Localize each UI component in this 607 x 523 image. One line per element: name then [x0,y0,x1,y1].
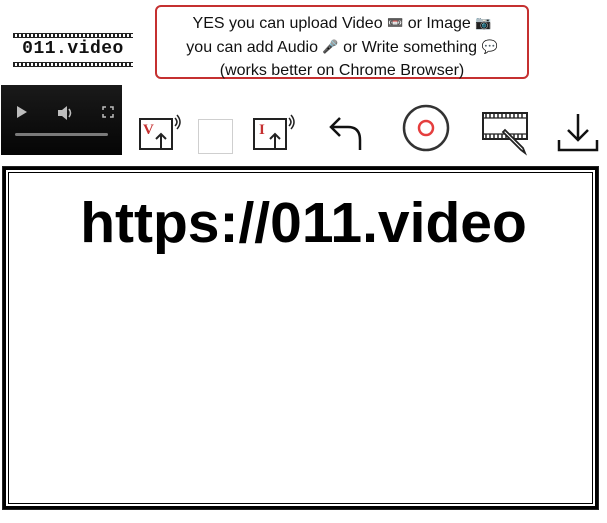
upload-video-letter: V [143,122,154,138]
logo[interactable]: 011.video [13,33,133,67]
video-cassette-icon: 📼 [387,15,404,30]
microphone-icon: 🎤 [322,39,339,54]
fullscreen-icon[interactable] [102,106,114,118]
upload-image-button[interactable]: I [251,112,299,154]
notice-line-1: YES you can upload Video 📼 or Image 📷 [157,11,527,35]
notice-line-3: (works better on Chrome Browser) [219,62,465,79]
notice-line-2-a: you can add Audio [186,39,318,56]
volume-icon[interactable] [57,105,75,121]
upload-video-button[interactable]: V [137,112,185,154]
film-strip-top [13,33,133,38]
film-strip-bottom [13,62,133,67]
undo-button[interactable] [326,112,366,154]
notice-line-1-a: YES you can upload Video [192,15,383,32]
upload-image-letter: I [259,122,265,138]
notice-box: YES you can upload Video 📼 or Image 📷 yo… [155,5,529,79]
seek-bar[interactable] [15,133,108,136]
logo-text: 011.video [22,39,124,59]
edit-film-button[interactable] [481,110,531,156]
speech-bubble-icon: 💬 [481,39,498,54]
download-button[interactable] [556,110,600,154]
notice-line-2: you can add Audio 🎤 or Write something 💬 [157,35,527,59]
signal-icon [288,114,295,130]
record-button[interactable] [401,104,451,154]
play-icon[interactable] [17,106,27,118]
signal-icon [174,114,181,130]
camera-icon: 📷 [475,15,492,30]
notice-line-1-b: or Image [407,15,471,32]
color-swatch[interactable] [198,119,233,154]
notice-line-2-b: or Write something [343,39,478,56]
video-player[interactable] [1,85,122,155]
canvas-url-text: https://011.video [80,191,527,255]
